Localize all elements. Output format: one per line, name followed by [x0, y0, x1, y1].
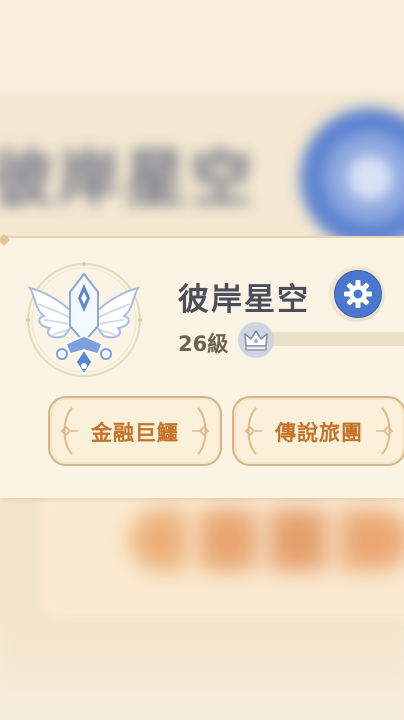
background-blurred-content — [130, 510, 404, 570]
gear-icon — [344, 280, 372, 308]
winged-star-crest-icon — [26, 262, 142, 377]
title-badge-button[interactable]: 金融巨鱷 — [48, 396, 222, 466]
crown-icon — [244, 330, 268, 351]
player-level: 26級 — [178, 332, 229, 356]
title-badge-button[interactable]: 傳說旅團 — [232, 396, 404, 466]
level-badge — [238, 322, 274, 358]
avatar[interactable] — [22, 258, 150, 386]
ornament-icon — [376, 407, 394, 455]
player-name: 彼岸星空 — [178, 282, 310, 318]
ornament-icon — [192, 407, 210, 455]
settings-button-face — [334, 270, 382, 318]
background-band — [0, 0, 404, 100]
experience-bar — [252, 332, 404, 346]
player-profile-card: 彼岸星空 26級 金融巨鱷 傳說旅團 — [0, 234, 404, 498]
background-blurred-name: 彼岸星空 — [0, 142, 257, 215]
settings-button[interactable] — [330, 266, 384, 320]
card-corner-ornament-icon — [0, 234, 10, 246]
background-fade — [0, 620, 404, 720]
